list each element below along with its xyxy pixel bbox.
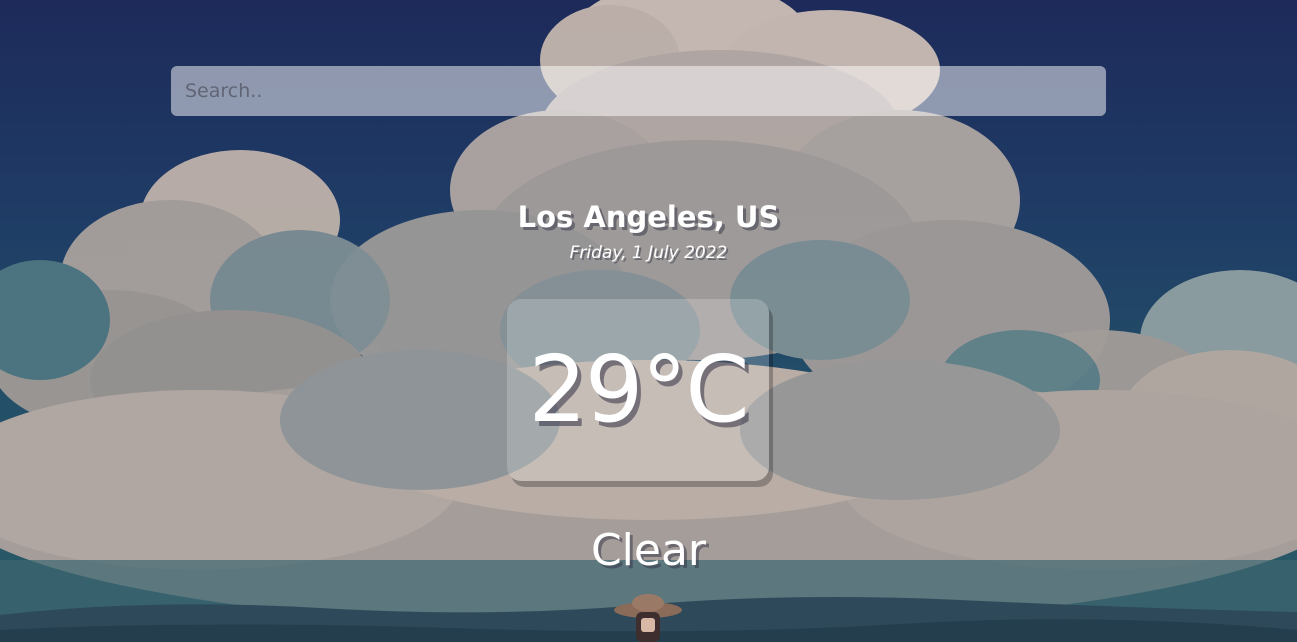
temperature-value: 29°C: [528, 336, 749, 443]
location-name: Los Angeles, US: [517, 200, 780, 234]
weather-condition: Clear: [590, 525, 707, 576]
search-bar: [171, 66, 1106, 116]
location-box: Los Angeles, US Friday, 1 July 2022: [0, 195, 1297, 265]
temperature-box: 29°C: [507, 299, 769, 481]
current-date: Friday, 1 July 2022: [569, 243, 728, 263]
search-input[interactable]: [171, 66, 1106, 116]
